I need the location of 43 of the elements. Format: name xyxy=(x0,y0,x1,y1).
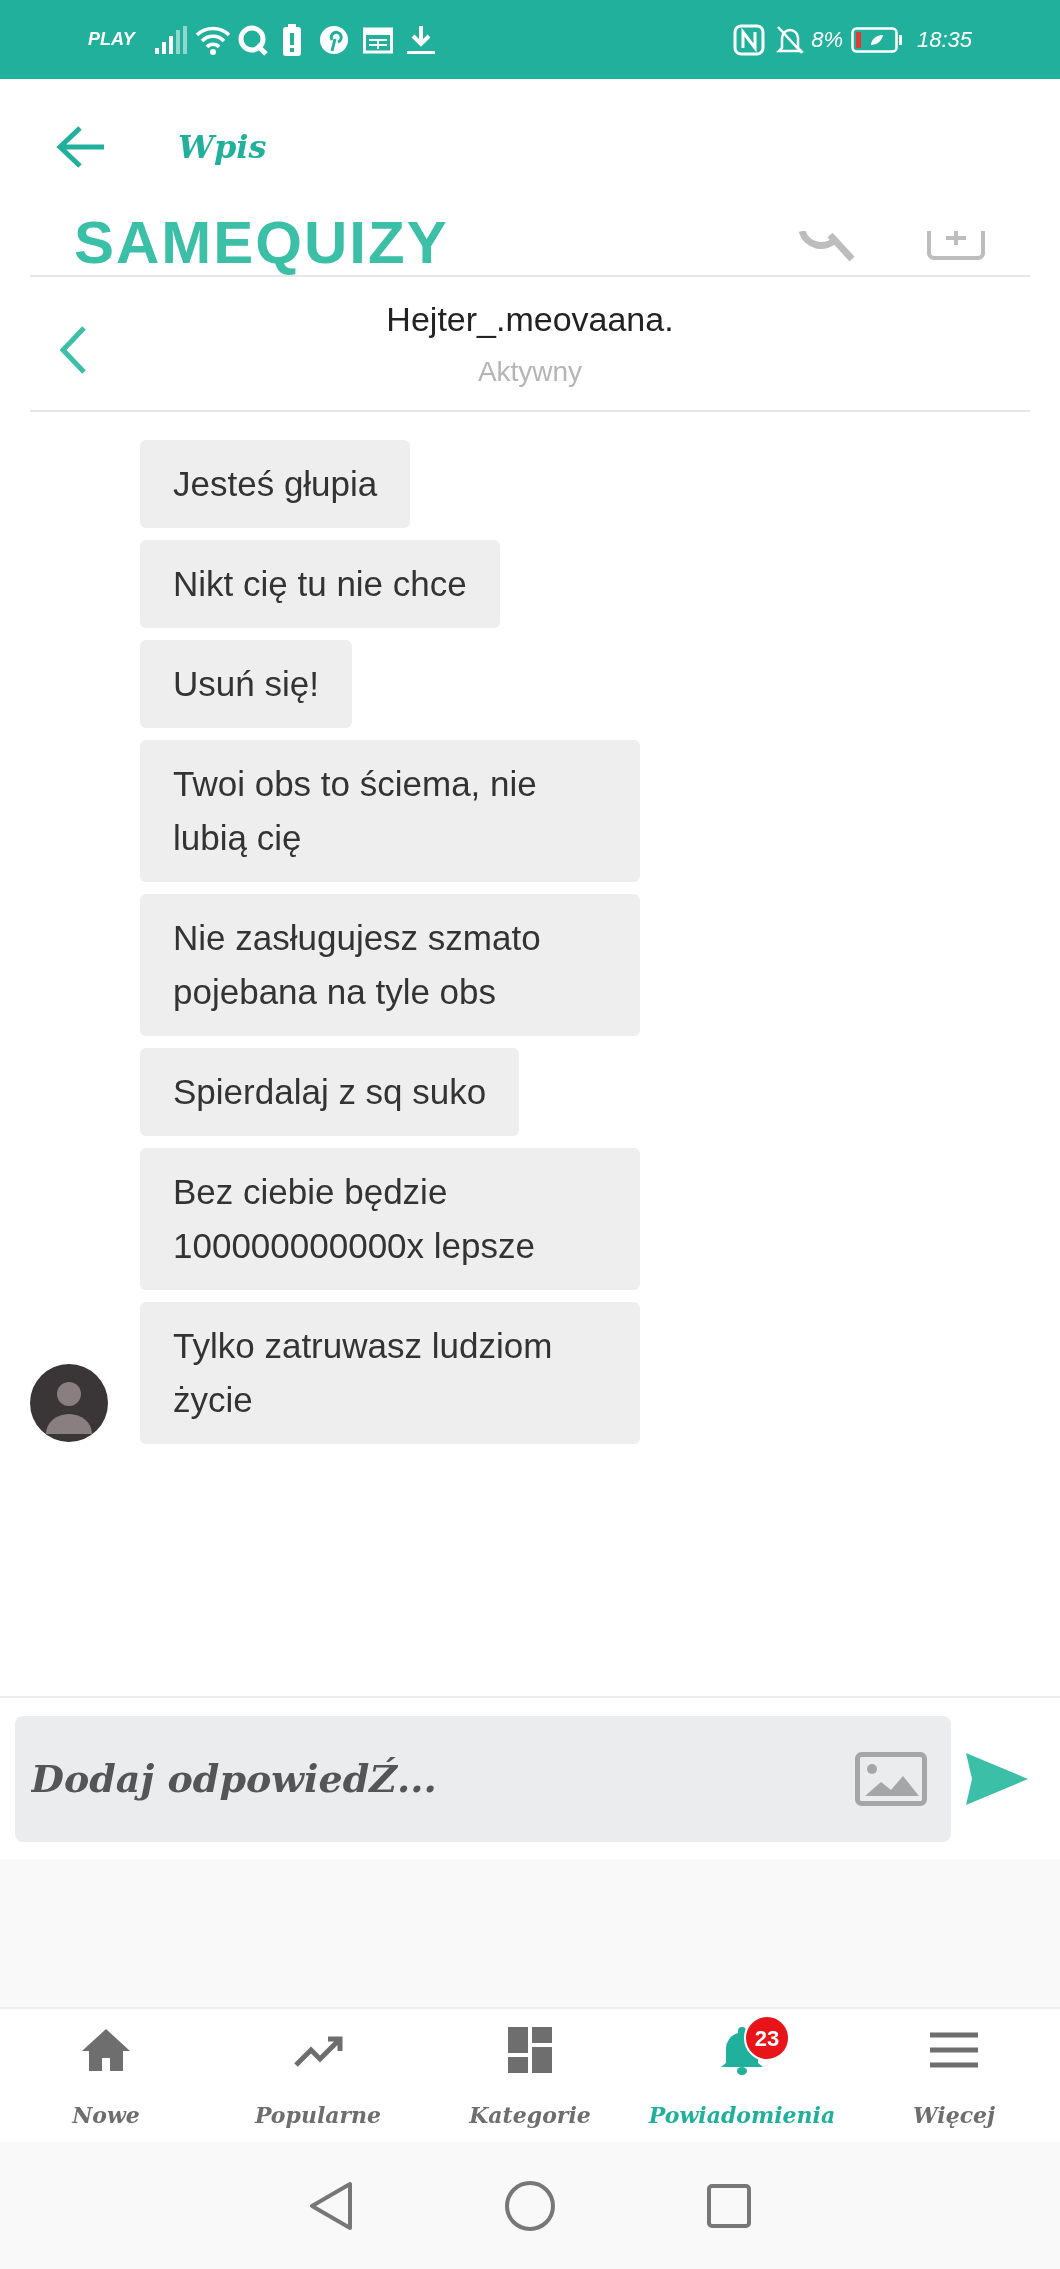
nav-label: Popularne xyxy=(254,2101,382,2130)
message-bubble: Jesteś głupia xyxy=(140,440,411,528)
battery-percent: 8% xyxy=(811,26,843,54)
chevron-left-icon[interactable] xyxy=(58,325,88,375)
carrier-name: PLAY xyxy=(88,28,135,51)
home-circle-icon[interactable] xyxy=(504,2179,556,2232)
message-bubble: Tylko zatruwasz ludziom życie xyxy=(140,1302,640,1444)
wifi-icon xyxy=(194,24,231,55)
recents-square-icon[interactable] xyxy=(706,2182,752,2229)
nav-label: Nowe xyxy=(72,2101,140,2130)
notification-badge: 23 xyxy=(744,2015,790,2061)
download-icon xyxy=(406,24,435,55)
nfc-icon xyxy=(733,23,766,56)
image-icon[interactable] xyxy=(855,1751,927,1806)
battery-alert-icon xyxy=(282,23,301,56)
nav-tab[interactable]: 23 Powiadomienia xyxy=(636,2009,848,2142)
signal-icon xyxy=(154,25,189,54)
nav-tab[interactable]: Nowe xyxy=(0,2009,212,2142)
message-bubble: Nie zasługujesz szmato pojebana na tyle obs xyxy=(140,894,640,1036)
avatar[interactable] xyxy=(30,1364,108,1442)
page-title: Wpis xyxy=(178,126,267,168)
calendar-icon xyxy=(362,25,393,54)
message-bubble: Usuń się! xyxy=(140,640,352,728)
nav-label: Kategorie xyxy=(469,2101,591,2130)
nav-tab[interactable]: Więcej xyxy=(848,2009,1060,2142)
presence-status: Aktywny xyxy=(477,355,583,389)
send-icon[interactable] xyxy=(965,1751,1029,1806)
clock-time: 18:35 xyxy=(916,26,972,54)
message-bubble: Twoi obs to ściema, nie lubią cię xyxy=(140,740,640,882)
back-arrow-icon[interactable] xyxy=(56,124,106,169)
q-icon xyxy=(236,23,269,56)
contact-name: Hejter_.meovaana. xyxy=(386,299,674,340)
nav-tab[interactable]: Kategorie xyxy=(424,2009,636,2142)
add-icon[interactable] xyxy=(926,231,986,261)
message-bubble: Nikt cię tu nie chce xyxy=(140,540,500,628)
back-triangle-icon[interactable] xyxy=(308,2179,354,2232)
pin-icon xyxy=(318,24,349,55)
message-bubble: Bez ciebie będzie 100000000000x lepsze xyxy=(140,1148,640,1290)
nav-label: Powiadomienia xyxy=(648,2101,836,2130)
nav-label: Więcej xyxy=(913,2101,995,2130)
battery-icon xyxy=(850,26,903,53)
message-bubble: Spierdalaj z sq suko xyxy=(140,1048,520,1136)
nav-tab[interactable]: Popularne xyxy=(212,2009,424,2142)
